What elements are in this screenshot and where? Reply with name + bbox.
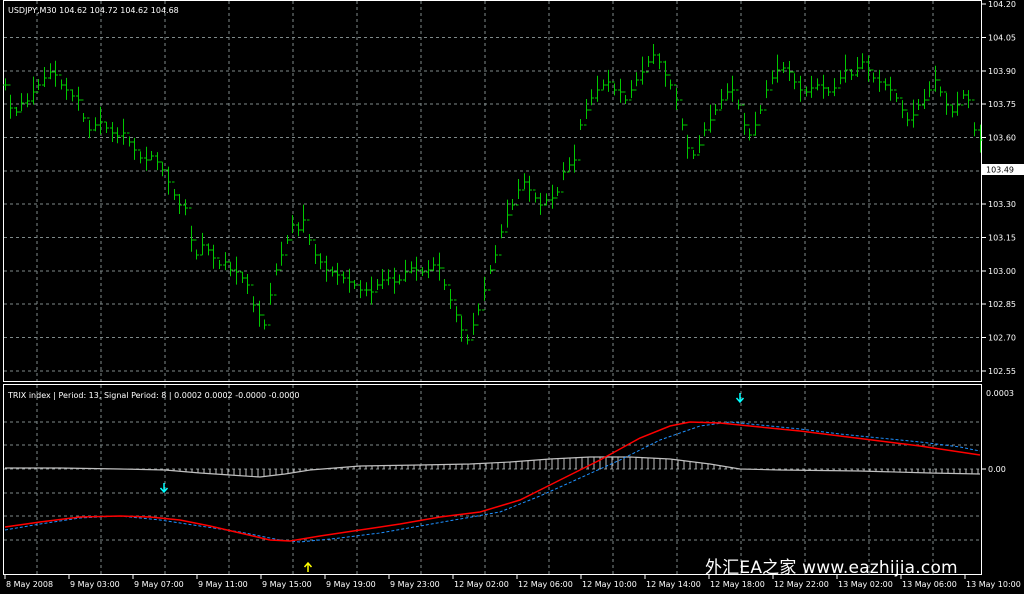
price-label: 102.70 [988,334,1016,343]
time-label: 9 May 07:00 [134,580,184,589]
arrow-down-icon [735,393,745,404]
price-label: 103.30 [988,200,1016,209]
time-label: 9 May 03:00 [70,580,120,589]
time-label: 13 May 10:00 [966,580,1021,589]
price-label: 103.75 [988,100,1016,109]
trix-indicator[interactable] [4,421,981,543]
time-label: 9 May 11:00 [198,580,248,589]
price-label: 103.00 [988,267,1016,276]
chart-canvas[interactable]: USDJPY,M30 104.62 104.72 104.62 104.68 T… [0,0,1024,594]
watermark: 外汇EA之家 www.eazhijia.com [705,558,958,578]
price-pane-frame [3,0,982,382]
time-label: 9 May 19:00 [326,580,376,589]
time-label: 12 May 10:00 [582,580,637,589]
price-label: 103.15 [988,234,1016,243]
time-label: 13 May 02:00 [838,580,893,589]
price-axis: 104.20104.05103.90103.75103.60103.45103.… [982,0,1016,376]
indicator-pane-header: TRIX index | Period: 13, Signal Period: … [7,391,300,400]
signal-line [4,421,981,543]
time-label: 9 May 23:00 [390,580,440,589]
time-label: 12 May 18:00 [710,580,765,589]
price-label: 104.20 [988,0,1016,9]
indicator-pane-frame [3,384,982,575]
price-label: 104.05 [988,34,1016,43]
indicator-scale-top: 0.0003 [986,389,1014,398]
time-label: 9 May 15:00 [262,580,312,589]
price-label: 103.60 [988,134,1016,143]
time-label: 13 May 06:00 [902,580,957,589]
arrow-up-icon [303,561,313,572]
last-price-marker: 103.49 [982,164,1024,175]
indicator-scale-zero: 0.00 [988,465,1006,474]
time-label: 12 May 02:00 [454,580,509,589]
trix-line [4,421,981,542]
price-bars[interactable] [3,44,983,345]
last-price-label: 103.49 [986,166,1014,175]
price-label: 102.55 [988,367,1016,376]
price-label: 102.85 [988,300,1016,309]
time-label: 12 May 22:00 [774,580,829,589]
arrow-down-icon [159,483,169,494]
price-label: 103.90 [988,67,1016,76]
price-pane-header: USDJPY,M30 104.62 104.72 104.62 104.68 [8,6,179,15]
time-label: 12 May 06:00 [518,580,573,589]
time-label: 12 May 14:00 [646,580,701,589]
time-label: 8 May 2008 [6,580,53,589]
